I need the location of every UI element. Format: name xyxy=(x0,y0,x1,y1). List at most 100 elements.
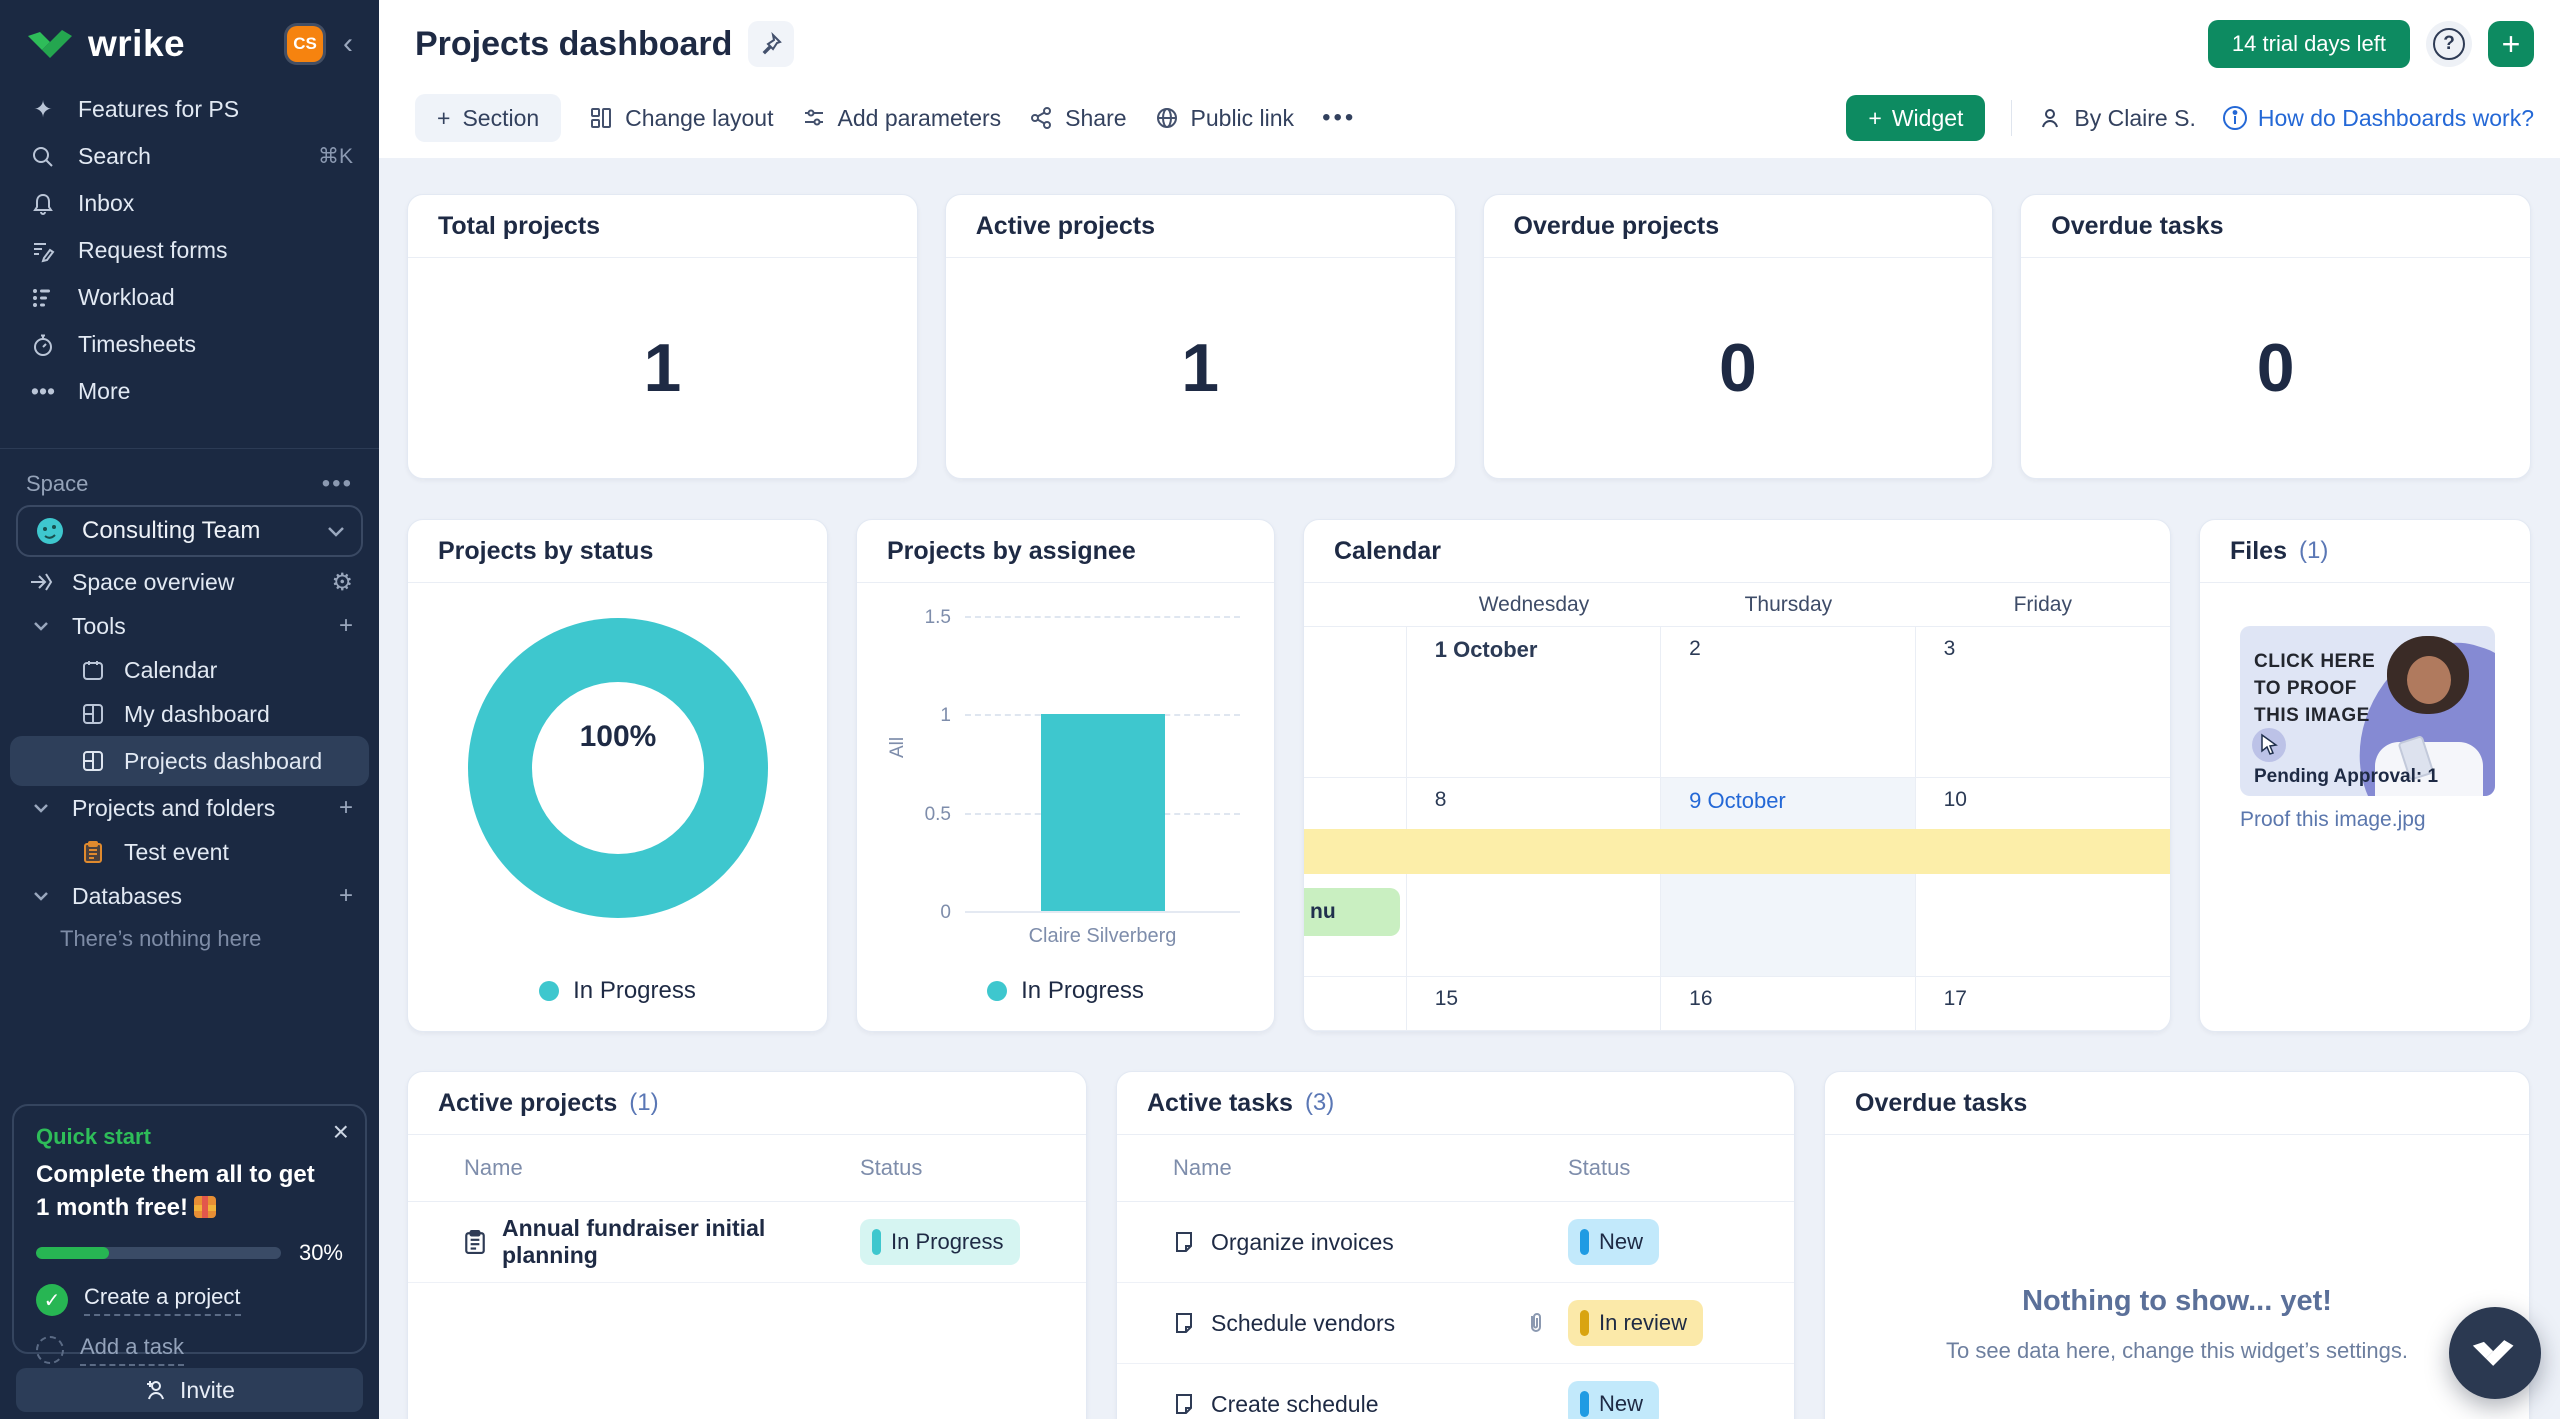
calendar-cell[interactable]: 3 xyxy=(1916,627,2170,777)
y-tick: 0.5 xyxy=(891,804,951,826)
status-legend: In Progress xyxy=(408,977,827,1005)
widget-active-projects[interactable]: Active projects (1) Name Status Annu xyxy=(407,1071,1087,1419)
widget-calendar[interactable]: Calendar Wednesday Thursday Friday 1 Oct… xyxy=(1303,519,2171,1032)
calendar-icon xyxy=(78,659,108,681)
widget-overdue-projects[interactable]: Overdue projects 0 xyxy=(1483,194,1994,479)
status-badge[interactable]: New xyxy=(1568,1219,1659,1265)
sidebar-item-features[interactable]: ✦ Features for PS xyxy=(0,86,379,133)
trial-badge[interactable]: 14 trial days left xyxy=(2208,20,2410,68)
invite-button[interactable]: Invite xyxy=(16,1368,363,1412)
status-badge[interactable]: In review xyxy=(1568,1300,1703,1346)
widget-projects-by-status[interactable]: Projects by status 100% In Progress xyxy=(407,519,828,1032)
calendar-cell[interactable]: 8 xyxy=(1407,778,1661,976)
pending-approval-text: Pending Approval: 1 xyxy=(2254,766,2438,788)
task-name[interactable]: Organize invoices xyxy=(1211,1229,1394,1256)
chevron-down-icon xyxy=(327,525,345,537)
wrike-check-icon xyxy=(26,26,78,62)
sidebar-item-my-dashboard[interactable]: My dashboard xyxy=(0,692,379,736)
calendar-cell-today[interactable]: 9 October xyxy=(1661,778,1915,976)
sidebar-group-projects-folders[interactable]: Projects and folders + xyxy=(0,786,379,830)
quickstart-task-create-project[interactable]: ✓ Create a project xyxy=(36,1284,343,1316)
sidebar-item-test-event[interactable]: Test event xyxy=(0,830,379,874)
sidebar-item-projects-dashboard[interactable]: Projects dashboard xyxy=(10,736,369,786)
team-avatar-icon xyxy=(34,515,66,547)
widget-total-projects[interactable]: Total projects 1 xyxy=(407,194,918,479)
gear-icon[interactable]: ⚙ xyxy=(331,568,353,597)
table-header: Name Status xyxy=(1117,1135,1794,1202)
widget-active-tasks[interactable]: Active tasks (3) Name Status Organize in… xyxy=(1116,1071,1795,1419)
table-row[interactable]: Annual fundraiser initial planning In Pr… xyxy=(408,1202,1086,1283)
calendar-cell[interactable] xyxy=(1304,778,1407,976)
wrike-assistant-button[interactable] xyxy=(2449,1307,2541,1399)
task-name[interactable]: Create schedule xyxy=(1211,1391,1379,1418)
sidebar-item-space-overview[interactable]: Space overview ⚙ xyxy=(0,560,379,604)
toolbar-more-icon[interactable]: ••• xyxy=(1322,104,1356,132)
widget-overdue-tasks-kpi[interactable]: Overdue tasks 0 xyxy=(2020,194,2531,479)
quickstart-progress-fill xyxy=(36,1247,109,1259)
widget-active-projects-kpi[interactable]: Active projects 1 xyxy=(945,194,1456,479)
table-row[interactable]: Create schedule New xyxy=(1117,1364,1794,1419)
page-title: Projects dashboard xyxy=(415,25,732,64)
calendar-cell[interactable]: 17 xyxy=(1916,977,2170,1030)
add-section-button[interactable]: + Section xyxy=(415,94,561,142)
global-add-button[interactable]: + xyxy=(2488,21,2534,67)
add-widget-button[interactable]: + Widget xyxy=(1846,95,1985,141)
widget-projects-by-assignee[interactable]: Projects by assignee 1.5 1 0.5 0 All Cla… xyxy=(856,519,1275,1032)
share-button[interactable]: Share xyxy=(1029,105,1126,132)
status-donut-chart xyxy=(468,618,768,918)
close-icon[interactable]: × xyxy=(333,1118,349,1146)
project-icon xyxy=(464,1230,486,1254)
sidebar-item-more[interactable]: ••• More xyxy=(0,368,379,415)
sidebar-group-databases[interactable]: Databases + xyxy=(0,874,379,918)
file-thumbnail[interactable]: CLICK HERE TO PROOF THIS IMAGE Pending A… xyxy=(2240,626,2495,796)
donut-center-label: 100% xyxy=(468,720,768,754)
calendar-cell[interactable]: 1 October xyxy=(1407,627,1661,777)
add-database-icon[interactable]: + xyxy=(339,882,353,910)
pin-button[interactable] xyxy=(748,21,794,67)
calendar-cell[interactable] xyxy=(1304,627,1407,777)
dashboards-help-link[interactable]: How do Dashboards work? xyxy=(2222,105,2534,132)
file-name-link[interactable]: Proof this image.jpg xyxy=(2240,808,2426,832)
quickstart-progress-bar xyxy=(36,1247,281,1259)
quickstart-task-add-task[interactable]: Add a task xyxy=(36,1334,343,1366)
y-tick: 1.5 xyxy=(891,607,951,629)
wrike-logo[interactable]: wrike xyxy=(26,23,185,65)
table-row[interactable]: Organize invoices New xyxy=(1117,1202,1794,1283)
project-name[interactable]: Annual fundraiser initial planning xyxy=(502,1215,860,1269)
sidebar-item-inbox[interactable]: Inbox xyxy=(0,180,379,227)
collapse-sidebar-icon[interactable]: ‹ xyxy=(331,26,365,62)
sidebar-item-workload[interactable]: Workload xyxy=(0,274,379,321)
add-parameters-button[interactable]: Add parameters xyxy=(802,105,1002,132)
status-badge[interactable]: New xyxy=(1568,1381,1659,1419)
chevron-down-icon xyxy=(26,891,56,901)
add-project-icon[interactable]: + xyxy=(339,794,353,822)
calendar-cell[interactable]: 10 xyxy=(1916,778,2170,976)
calendar-cell[interactable]: 15 xyxy=(1407,977,1661,1030)
public-link-button[interactable]: Public link xyxy=(1155,105,1295,132)
calendar-event-green[interactable]: nu xyxy=(1304,888,1400,936)
calendar-cell[interactable]: 16 xyxy=(1661,977,1915,1030)
space-menu-icon[interactable]: ••• xyxy=(322,470,353,498)
widget-files[interactable]: Files (1) CLICK HERE TO PROOF THIS IMAGE xyxy=(2199,519,2531,1032)
sidebar-item-calendar[interactable]: Calendar xyxy=(0,648,379,692)
cursor-highlight xyxy=(2252,728,2286,762)
widget-overdue-tasks[interactable]: Overdue tasks Nothing to show... yet! To… xyxy=(1824,1071,2530,1419)
sidebar-group-tools[interactable]: Tools + xyxy=(0,604,379,648)
sidebar-item-search[interactable]: Search ⌘K xyxy=(0,133,379,180)
dashboard-content: Total projects 1 Active projects 1 Overd… xyxy=(379,158,2560,1419)
person-icon xyxy=(2038,106,2062,130)
sidebar-item-request-forms[interactable]: Request forms xyxy=(0,227,379,274)
add-tool-icon[interactable]: + xyxy=(339,612,353,640)
change-layout-button[interactable]: Change layout xyxy=(589,105,773,132)
task-name[interactable]: Schedule vendors xyxy=(1211,1310,1395,1337)
status-badge[interactable]: In Progress xyxy=(860,1219,1020,1265)
table-row[interactable]: Schedule vendors In review xyxy=(1117,1283,1794,1364)
sidebar-item-timesheets[interactable]: Timesheets xyxy=(0,321,379,368)
calendar-event-yellow[interactable] xyxy=(1304,829,2170,874)
workspace-badge[interactable]: CS xyxy=(287,26,323,62)
calendar-cell[interactable] xyxy=(1304,977,1407,1030)
stopwatch-icon xyxy=(26,333,60,357)
space-selector[interactable]: Consulting Team xyxy=(16,505,363,557)
help-button[interactable]: ? xyxy=(2426,21,2472,67)
calendar-cell[interactable]: 2 xyxy=(1661,627,1915,777)
